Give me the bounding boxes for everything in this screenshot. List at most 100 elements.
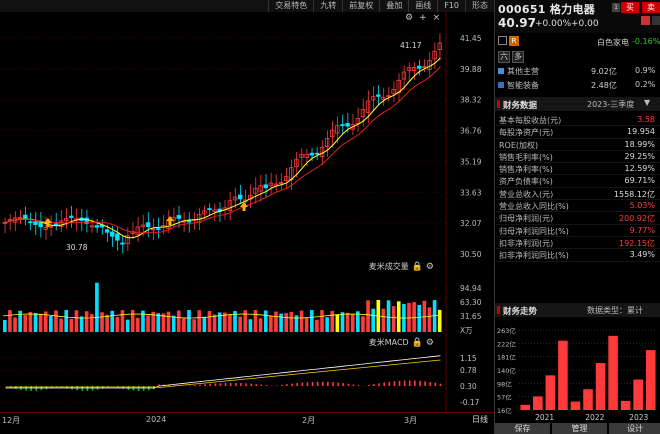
volume-bar bbox=[258, 318, 263, 332]
volume-bar bbox=[289, 311, 294, 332]
financial-value: 3.58 bbox=[637, 115, 655, 124]
trend-category-label: 2023 bbox=[629, 413, 648, 422]
volume-bar bbox=[279, 313, 283, 332]
volume-bar bbox=[309, 310, 314, 332]
volume-bar bbox=[105, 314, 109, 332]
volume-axis-label: 31.65 bbox=[460, 312, 482, 321]
section-marker bbox=[497, 306, 500, 314]
volume-bar bbox=[130, 310, 135, 332]
volume-bar bbox=[427, 307, 432, 332]
design-button[interactable]: 设计 bbox=[609, 423, 660, 434]
volume-bar bbox=[299, 310, 304, 332]
toolbar-forward-adjust[interactable]: 前复权 bbox=[342, 0, 379, 12]
financial-row[interactable]: 每股净资产(元) 19.954 bbox=[495, 126, 660, 139]
volume-bar bbox=[248, 319, 253, 332]
buy-button[interactable]: 买 bbox=[621, 2, 639, 13]
trend-bar bbox=[645, 350, 656, 410]
candle-body bbox=[33, 221, 38, 226]
volume-bar bbox=[69, 318, 74, 332]
volume-bar bbox=[28, 312, 33, 332]
xaxis-label-feb: 2月 bbox=[302, 416, 316, 425]
save-button[interactable]: 保存 bbox=[495, 423, 550, 434]
financial-row[interactable]: 归母净利润同比(%) 9.77% bbox=[495, 225, 660, 237]
trend-tick-label: 222亿 bbox=[497, 339, 516, 348]
financial-section-header: 财务数据 2023-三季度 ▼ bbox=[495, 97, 660, 111]
data-type-select[interactable]: 数据类型：累计 bbox=[587, 305, 643, 316]
financial-row[interactable]: 营业总收入(元) 1558.12亿 bbox=[495, 188, 660, 201]
candle-body bbox=[38, 221, 43, 228]
toolbar-draw-line[interactable]: 画线 bbox=[408, 0, 437, 12]
volume-bar bbox=[381, 308, 386, 332]
manage-button[interactable]: 管理 bbox=[552, 423, 607, 434]
financial-row[interactable]: 资产负债率(%) 69.71% bbox=[495, 175, 660, 188]
xaxis-label-mar: 3月 bbox=[404, 416, 418, 425]
lock-icon[interactable]: 🔒 bbox=[412, 262, 423, 272]
trend-tick-label: 16亿 bbox=[497, 406, 512, 415]
financial-value: 1558.12亿 bbox=[613, 189, 655, 199]
r-badge[interactable]: R bbox=[509, 36, 519, 46]
toolbar-f10[interactable]: F10 bbox=[437, 0, 465, 12]
gear-icon[interactable]: ⚙ bbox=[426, 262, 434, 272]
lock-icon[interactable]: 🔒 bbox=[412, 338, 423, 348]
macd-panel[interactable]: 1.15 0.78 0.30 -0.17 麦米MACD 🔒 ⚙ bbox=[0, 334, 494, 412]
dif-line bbox=[5, 355, 441, 389]
volume-bar bbox=[407, 302, 411, 332]
price-axis-label: 36.76 bbox=[460, 127, 482, 136]
price-chart-panel[interactable]: 41.45 39.88 38.32 36.76 35.19 33.63 32.07 30.50… bbox=[0, 12, 494, 259]
financial-row[interactable]: 基本每股收益(元) 3.58 bbox=[495, 114, 660, 127]
financial-label: 归母净利润同比(%) bbox=[499, 226, 569, 236]
financial-label: 基本每股收益(元) bbox=[499, 116, 562, 125]
volume-bar bbox=[89, 314, 94, 332]
toolbar-nine-turn[interactable]: 九转 bbox=[313, 0, 342, 12]
trend-tick-label: 57亿 bbox=[497, 393, 512, 402]
tab-six[interactable]: 六 bbox=[498, 51, 510, 63]
price-axis-label: 35.19 bbox=[460, 157, 482, 166]
high-price-marker: 41.17 bbox=[400, 41, 422, 50]
trend-category-label: 2022 bbox=[585, 413, 604, 422]
candle-body bbox=[145, 222, 151, 227]
volume-bar bbox=[417, 304, 422, 332]
volume-bar bbox=[197, 310, 202, 332]
daily-period-button[interactable]: 日线 bbox=[472, 414, 488, 425]
trend-tick-label: 181亿 bbox=[497, 353, 516, 362]
toolbar-pattern[interactable]: 形态 bbox=[465, 0, 494, 12]
sector-name[interactable]: 白色家电 bbox=[597, 37, 629, 48]
financial-row[interactable]: 销售毛利率(%) 29.25% bbox=[495, 151, 660, 164]
financial-row[interactable]: 营业总收入同比(%) 5.03% bbox=[495, 200, 660, 213]
financial-row[interactable]: 扣非净利润同比(%) 3.49% bbox=[495, 249, 660, 262]
toolbar-trade-features[interactable]: 交易特色 bbox=[268, 0, 313, 12]
candle-body bbox=[314, 152, 320, 155]
stock-price: 40.97 bbox=[498, 16, 536, 30]
more-icon[interactable] bbox=[652, 16, 660, 25]
period-select[interactable]: 2023-三季度 bbox=[587, 99, 634, 110]
chevron-down-icon[interactable]: ▼ bbox=[644, 98, 650, 107]
trend-bar bbox=[570, 401, 581, 410]
alert-icon[interactable] bbox=[641, 16, 650, 25]
financial-row[interactable]: 销售净利率(%) 12.59% bbox=[495, 163, 660, 176]
segment-color-square bbox=[498, 82, 504, 88]
tab-multi[interactable]: 多 bbox=[512, 51, 524, 63]
financial-trend-chart: 263亿 222亿 181亿 140亿 98亿 57亿 16亿 2021 2022 2023 bbox=[497, 326, 657, 422]
financial-row[interactable]: 扣非净利润(元) 192.15亿 bbox=[495, 237, 660, 250]
volume-bar bbox=[361, 316, 365, 332]
trend-bar bbox=[520, 404, 531, 410]
macd-title-text: 麦米MACD bbox=[368, 338, 409, 347]
financial-row[interactable]: ROE(加权) 18.99% bbox=[495, 139, 660, 151]
watch-icon[interactable] bbox=[498, 36, 507, 45]
sell-button[interactable]: 卖 bbox=[642, 2, 660, 13]
toolbar-overlay[interactable]: 叠加 bbox=[379, 0, 408, 12]
volume-bar bbox=[49, 316, 53, 332]
financial-label: 销售净利率(%) bbox=[499, 165, 553, 175]
gear-icon[interactable]: ⚙ bbox=[426, 338, 434, 348]
candlestick-chart[interactable]: 41.45 39.88 38.32 36.76 35.19 33.63 32.07 30.50… bbox=[0, 12, 494, 259]
financial-row[interactable]: 归母净利润(元) 200.92亿 bbox=[495, 212, 660, 225]
volume-bar bbox=[345, 312, 350, 332]
trend-title: 财务走势 bbox=[503, 307, 538, 317]
candle-body bbox=[345, 123, 350, 127]
trend-bar bbox=[545, 375, 556, 410]
financial-label: ROE(加权) bbox=[499, 140, 539, 150]
volume-bar bbox=[100, 312, 104, 332]
volume-panel[interactable]: 94.94 63.30 31.65 X万 麦米成交量 🔒 ⚙ bbox=[0, 258, 494, 335]
financial-label: 归母净利润(元) bbox=[499, 214, 554, 224]
volume-bar bbox=[8, 310, 12, 332]
